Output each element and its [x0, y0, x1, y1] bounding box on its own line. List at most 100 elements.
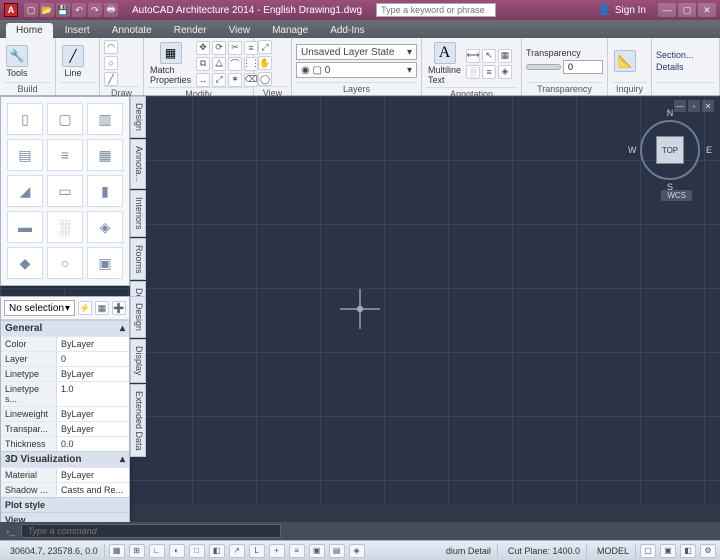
layer-state-combo[interactable]: Unsaved Layer State▾	[296, 44, 417, 60]
view-cube[interactable]: TOP N S E W	[640, 120, 700, 180]
doc-restore-button[interactable]: ▫	[688, 100, 700, 112]
hatch-icon[interactable]: ░	[466, 65, 480, 79]
osnap-toggle[interactable]: □	[189, 544, 205, 558]
tools-button[interactable]: 🔧Tools	[4, 43, 30, 80]
prop-value[interactable]: 1.0	[56, 382, 129, 406]
tp-beam-icon[interactable]: ▬	[7, 211, 43, 243]
polar-toggle[interactable]: ◐	[169, 544, 185, 558]
details-link[interactable]: Details	[656, 62, 694, 72]
tool-palette[interactable]: ▯ ▢ ▥ ▤ ≡ ▦ ◢ ▭ ▮ ▬ ░ ◈ ◆ ○ ▣	[0, 96, 130, 286]
snap-toggle[interactable]: ▦	[109, 544, 125, 558]
selection-combo[interactable]: No selection▾	[4, 300, 75, 316]
prop-row[interactable]: LinetypeByLayer	[1, 366, 129, 381]
transparency-slider[interactable]	[526, 64, 561, 70]
3dosnap-toggle[interactable]: ◧	[209, 544, 225, 558]
prop-row[interactable]: MaterialByLayer	[1, 467, 129, 482]
prop-value[interactable]: ByLayer	[56, 407, 129, 421]
section-3dviz[interactable]: 3D Visualization▴	[1, 451, 129, 467]
command-input[interactable]	[21, 524, 281, 538]
palette-tab-rooms[interactable]: Rooms	[130, 238, 146, 281]
cut-plane[interactable]: Cut Plane: 1400.0	[502, 544, 587, 558]
tp-wall-icon[interactable]: ▯	[7, 103, 43, 135]
otrack-toggle[interactable]: ↗	[229, 544, 245, 558]
lwt-toggle[interactable]: ≡	[289, 544, 305, 558]
tab-home[interactable]: Home	[6, 23, 53, 38]
status-icon-2[interactable]: ▣	[660, 544, 676, 558]
qat-redo-icon[interactable]: ↷	[88, 3, 102, 17]
rotate-icon[interactable]: ⟳	[212, 41, 226, 55]
prop-value[interactable]: Casts and Re...	[56, 483, 129, 497]
ortho-toggle[interactable]: ∟	[149, 544, 165, 558]
tp-railing-icon[interactable]: ▦	[87, 139, 123, 171]
cmd-chevron-icon[interactable]: ›_	[6, 526, 15, 537]
mtext-button[interactable]: AMultiline Text	[426, 40, 463, 87]
circle-icon[interactable]: ○	[104, 56, 118, 70]
drawing-canvas[interactable]: — ▫ ✕ TOP N S E W WCS Y X vorlage katalo…	[0, 96, 720, 522]
trim-icon[interactable]: ✂	[228, 41, 242, 55]
qat-new-icon[interactable]: ▢	[24, 3, 38, 17]
prop-row[interactable]: Thickness0.0	[1, 436, 129, 451]
orbit-icon[interactable]: ◯	[258, 72, 272, 86]
prop-row[interactable]: Layer0	[1, 351, 129, 366]
tab-insert[interactable]: Insert	[55, 23, 100, 38]
dyn-toggle[interactable]: +	[269, 544, 285, 558]
tpy-toggle[interactable]: ▣	[309, 544, 325, 558]
mirror-icon[interactable]: ⧋	[212, 57, 226, 71]
ducs-toggle[interactable]: L	[249, 544, 265, 558]
arc-icon[interactable]: ◠	[104, 40, 118, 54]
prop-value[interactable]: 0.0	[56, 437, 129, 451]
qat-print-icon[interactable]: 🖶	[104, 3, 118, 17]
grid-toggle[interactable]: ⊞	[129, 544, 145, 558]
qp-toggle[interactable]: ▤	[329, 544, 345, 558]
keyword-search-input[interactable]	[376, 3, 496, 17]
app-logo[interactable]: A	[4, 3, 18, 17]
sc-toggle[interactable]: ◈	[349, 544, 365, 558]
fillet-icon[interactable]: ⌒	[228, 57, 242, 71]
line-button[interactable]: ╱Line	[60, 43, 86, 80]
pan-icon[interactable]: ✋	[258, 56, 272, 70]
layer-combo[interactable]: ◉ ▢ 0▾	[296, 62, 417, 78]
section-link[interactable]: Section...	[656, 50, 694, 60]
leader-icon[interactable]: ↖	[482, 49, 496, 63]
prop-value[interactable]: 0	[56, 352, 129, 366]
pickadd-icon[interactable]: ➕	[112, 301, 126, 315]
tab-render[interactable]: Render	[164, 23, 217, 38]
polyline-icon[interactable]: ╱	[104, 72, 118, 86]
prop-row[interactable]: Shadow ...Casts and Re...	[1, 482, 129, 497]
palette-tab-design[interactable]: Design	[130, 96, 146, 138]
stretch-icon[interactable]: ↔	[196, 73, 210, 87]
status-icon-1[interactable]: ▢	[640, 544, 656, 558]
inquiry-button[interactable]: 📐	[612, 48, 638, 74]
zoomext-icon[interactable]: ⤢	[258, 40, 272, 54]
section-view[interactable]: View	[1, 512, 129, 522]
tp-slab-icon[interactable]: ▭	[47, 175, 83, 207]
qat-undo-icon[interactable]: ↶	[72, 3, 86, 17]
prop-value[interactable]: ByLayer	[56, 367, 129, 381]
tp-space-icon[interactable]: ◈	[87, 211, 123, 243]
match-properties-button[interactable]: ▦Match Properties	[148, 40, 193, 87]
prop-value[interactable]: ByLayer	[56, 422, 129, 436]
tab-annotate[interactable]: Annotate	[102, 23, 162, 38]
selectall-icon[interactable]: ▦	[95, 301, 109, 315]
tp-curtain-icon[interactable]: ▤	[7, 139, 43, 171]
palette-tab-annotation[interactable]: Annota...	[130, 139, 146, 189]
qat-open-icon[interactable]: 📂	[40, 3, 54, 17]
status-icon-3[interactable]: ◧	[680, 544, 696, 558]
prop-tab-design[interactable]: Design	[130, 296, 146, 338]
tp-window-icon[interactable]: ▥	[87, 103, 123, 135]
tp-door-icon[interactable]: ▢	[47, 103, 83, 135]
model-space-toggle[interactable]: MODEL	[591, 544, 636, 558]
tag-icon[interactable]: ◈	[498, 65, 512, 79]
status-icon-4[interactable]: ⚙	[700, 544, 716, 558]
prop-tab-extended[interactable]: Extended Data	[130, 384, 146, 458]
prop-value[interactable]: ByLayer	[56, 337, 129, 351]
wcs-badge[interactable]: WCS	[661, 190, 692, 201]
tp-column-icon[interactable]: ▮	[87, 175, 123, 207]
doc-close-button[interactable]: ✕	[702, 100, 714, 112]
table-icon[interactable]: ▦	[498, 49, 512, 63]
tp-assembly-icon[interactable]: ▣	[87, 247, 123, 279]
prop-row[interactable]: Transpar...ByLayer	[1, 421, 129, 436]
transparency-input[interactable]	[563, 60, 603, 74]
tab-manage[interactable]: Manage	[262, 23, 318, 38]
tp-ceiling-icon[interactable]: ░	[47, 211, 83, 243]
